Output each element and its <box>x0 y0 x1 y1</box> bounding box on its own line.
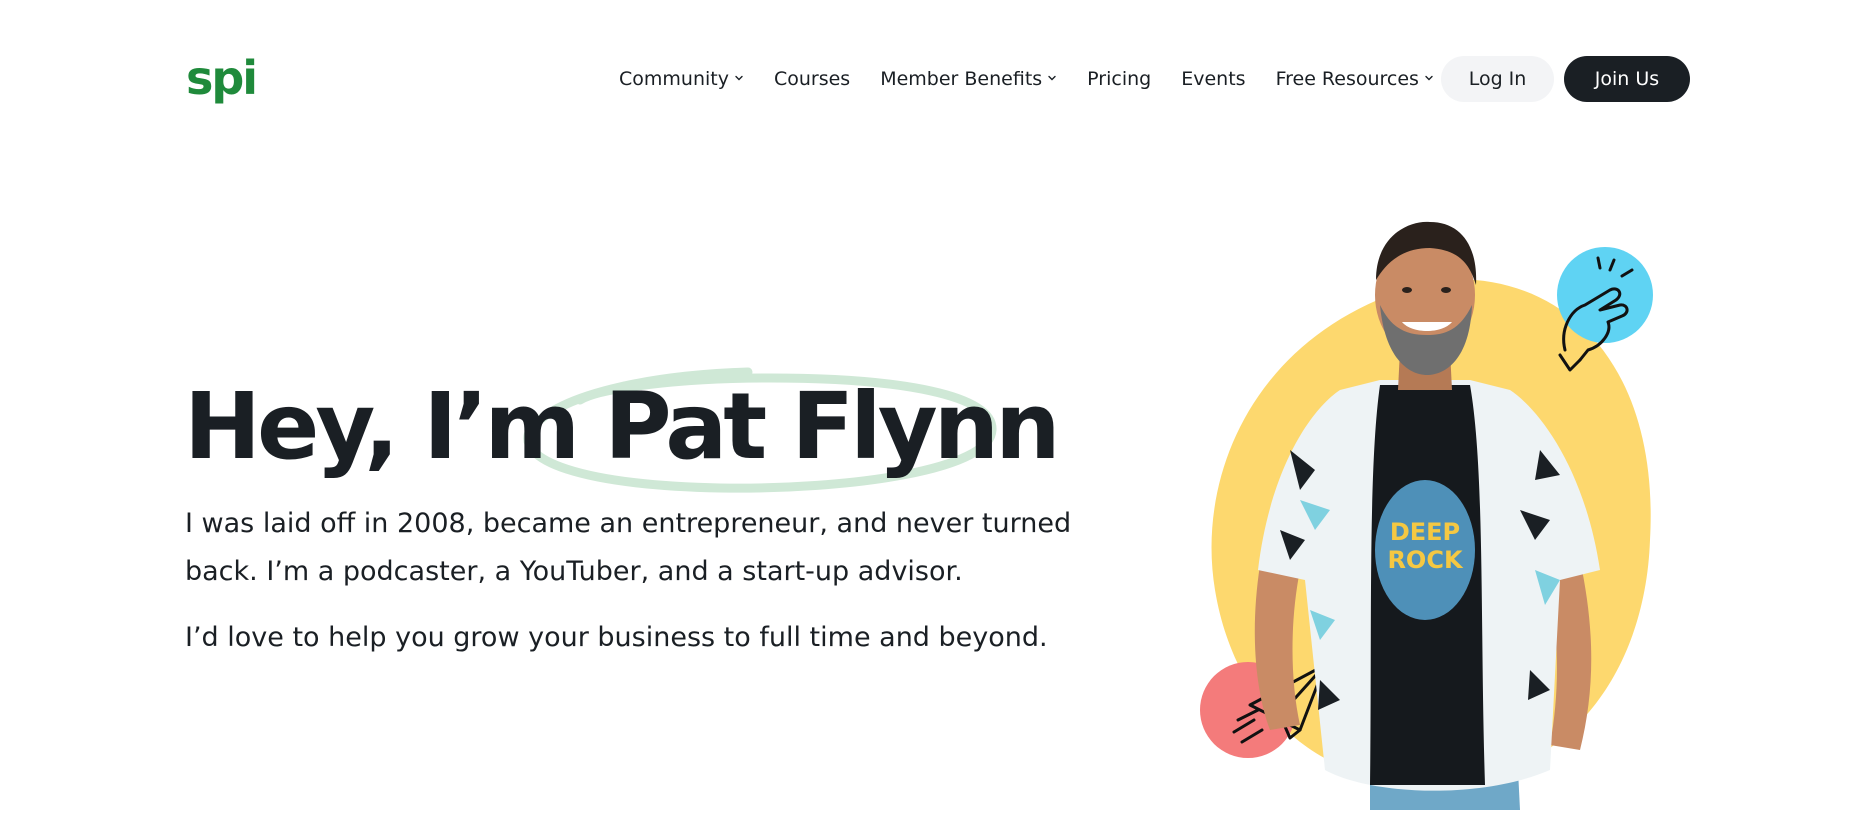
nav-item-label: Community <box>619 68 729 90</box>
login-button[interactable]: Log In <box>1441 56 1554 102</box>
nav-item-member-benefits[interactable]: Member Benefits <box>880 68 1057 90</box>
cyan-circle-shape <box>1557 247 1653 343</box>
hero-portrait: DEEP ROCK <box>1200 221 1653 810</box>
nav-item-events[interactable]: Events <box>1181 68 1245 90</box>
svg-text:DEEP: DEEP <box>1390 518 1460 546</box>
nav-item-label: Pricing <box>1087 68 1152 90</box>
site-header: spi Community Courses Member Benefits Pr… <box>0 0 1869 160</box>
logo-text: spi <box>186 51 258 105</box>
spi-logo[interactable]: spi <box>186 48 258 108</box>
chevron-down-icon <box>1048 75 1056 80</box>
intro-paragraph: I was laid off in 2008, became an entrep… <box>185 508 1072 587</box>
main-nav: Community Courses Member Benefits Pricin… <box>619 56 1464 102</box>
intro-paragraph-2: I’d love to help you grow your business … <box>185 622 1048 653</box>
nav-item-label: Free Resources <box>1275 68 1419 90</box>
chevron-down-icon <box>1425 75 1433 80</box>
nav-item-label: Courses <box>773 68 851 90</box>
nav-item-pricing[interactable]: Pricing <box>1087 68 1151 90</box>
nav-item-label: Events <box>1181 68 1246 90</box>
chevron-down-icon <box>735 75 743 80</box>
join-us-button[interactable]: Join Us <box>1564 56 1690 102</box>
nav-item-courses[interactable]: Courses <box>774 68 850 90</box>
page-title: Hey, I’m Pat Flynn <box>184 373 1061 480</box>
nav-item-label: Member Benefits <box>880 68 1043 90</box>
nav-item-community[interactable]: Community <box>619 68 744 90</box>
svg-text:ROCK: ROCK <box>1387 546 1463 574</box>
nav-item-free-resources[interactable]: Free Resources <box>1276 68 1434 90</box>
